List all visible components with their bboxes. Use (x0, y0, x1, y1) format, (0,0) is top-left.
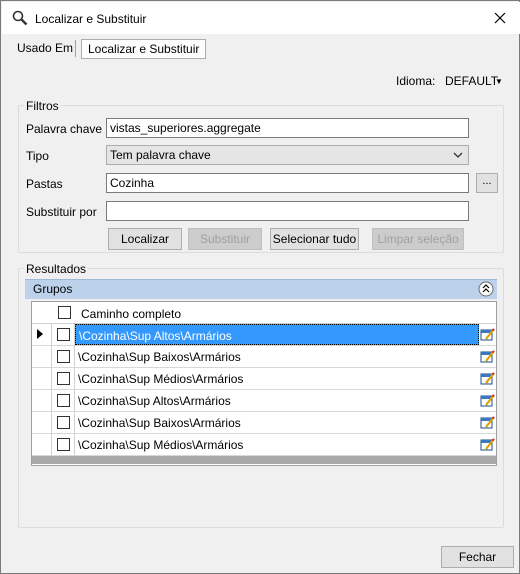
row-indicator (32, 390, 52, 411)
current-row-arrow-icon (37, 329, 43, 339)
column-header-caminho[interactable]: Caminho completo (81, 307, 181, 321)
row-checkbox[interactable] (57, 438, 70, 451)
table-row[interactable]: \Cozinha\Sup Médios\Armários (32, 434, 496, 456)
substituir-button[interactable]: Substituir (188, 228, 262, 250)
table-row[interactable]: \Cozinha\Sup Baixos\Armários (32, 346, 496, 368)
row-checkbox[interactable] (57, 416, 70, 429)
row-checkbox[interactable] (57, 372, 70, 385)
idioma-label: Idioma: (396, 74, 436, 88)
row-path: \Cozinha\Sup Baixos\Armários (78, 350, 241, 364)
close-button[interactable] (486, 6, 514, 30)
grupos-header[interactable]: Grupos (25, 279, 497, 299)
collapse-chevron-icon[interactable] (478, 281, 494, 297)
selecionar-tudo-button[interactable]: Selecionar tudo (270, 228, 359, 250)
close-icon (494, 12, 506, 24)
row-indicator (32, 434, 52, 455)
pastas-input[interactable]: Cozinha (106, 173, 469, 193)
row-path: \Cozinha\Sup Altos\Armários (78, 394, 231, 408)
row-indicator (32, 412, 52, 433)
edit-icon[interactable] (480, 415, 495, 430)
grid-footer-bar (32, 456, 496, 464)
table-row[interactable]: \Cozinha\Sup Baixos\Armários (32, 412, 496, 434)
palavra-chave-label: Palavra chave (26, 122, 103, 136)
row-indicator (32, 346, 52, 367)
row-indicator (32, 368, 52, 389)
tipo-value: Tem palavra chave (110, 148, 211, 162)
substituir-por-label: Substituir por (26, 205, 97, 219)
row-checkbox[interactable] (57, 328, 70, 341)
edit-icon[interactable] (480, 349, 495, 364)
row-path: \Cozinha\Sup Altos\Armários (75, 324, 479, 345)
edit-icon[interactable] (480, 437, 495, 452)
find-replace-window: Localizar e Substituir Usado Em Localiza… (0, 0, 520, 574)
fechar-button[interactable]: Fechar (441, 546, 514, 568)
row-indicator (32, 324, 52, 345)
grupos-label: Grupos (33, 282, 73, 296)
title-bar: Localizar e Substituir (2, 2, 520, 34)
tab-separator (75, 40, 76, 57)
edit-icon[interactable] (480, 393, 495, 408)
window-title: Localizar e Substituir (35, 12, 147, 26)
tab-usado-em[interactable]: Usado Em (11, 37, 79, 59)
edit-icon[interactable] (480, 327, 495, 342)
tab-localizar-substituir[interactable]: Localizar e Substituir (81, 39, 207, 59)
tab-strip: Usado Em Localizar e Substituir (11, 37, 511, 59)
pastas-label: Pastas (26, 177, 63, 191)
row-path: \Cozinha\Sup Médios\Armários (78, 438, 244, 452)
magnifier-icon (12, 10, 28, 26)
row-checkbox[interactable] (57, 394, 70, 407)
select-all-checkbox[interactable] (58, 306, 71, 319)
caret-down-icon[interactable]: ▼ (495, 77, 503, 86)
table-row[interactable]: \Cozinha\Sup Altos\Armários (32, 390, 496, 412)
grid-header: Caminho completo (32, 302, 496, 324)
row-checkbox[interactable] (57, 350, 70, 363)
idioma-dropdown[interactable]: DEFAULT (445, 74, 498, 88)
results-grid: Caminho completo \Cozinha\Sup Altos\Armá… (31, 301, 497, 466)
localizar-button[interactable]: Localizar (108, 228, 182, 250)
filtros-title: Filtros (24, 99, 61, 113)
edit-icon[interactable] (480, 371, 495, 386)
table-row[interactable]: \Cozinha\Sup Médios\Armários (32, 368, 496, 390)
row-path: \Cozinha\Sup Baixos\Armários (78, 416, 241, 430)
browse-button[interactable]: ... (476, 173, 498, 193)
substituir-por-input[interactable] (106, 201, 469, 221)
tipo-label: Tipo (26, 149, 49, 163)
limpar-selecao-button[interactable]: Limpar seleção (372, 228, 464, 250)
tipo-select[interactable]: Tem palavra chave (106, 145, 469, 165)
row-path: \Cozinha\Sup Médios\Armários (78, 372, 244, 386)
resultados-title: Resultados (24, 262, 89, 276)
table-row[interactable]: \Cozinha\Sup Altos\Armários (32, 324, 496, 346)
chevron-down-icon (453, 152, 463, 158)
palavra-chave-input[interactable]: vistas_superiores.aggregate (106, 118, 469, 138)
